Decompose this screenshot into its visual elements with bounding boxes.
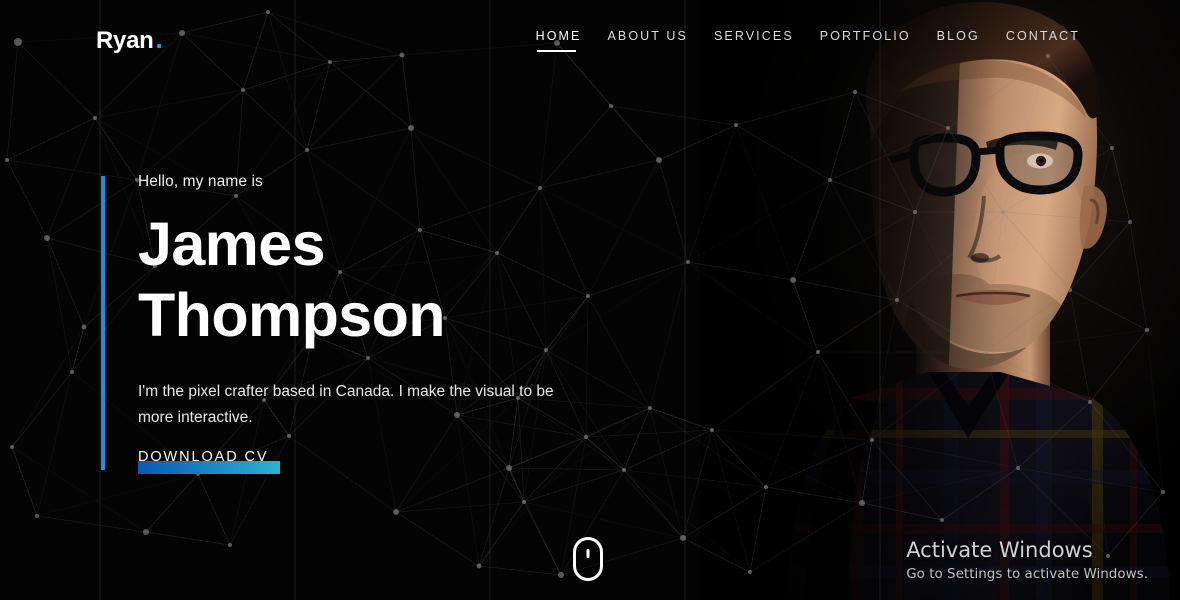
nav-link-services[interactable]: SERVICES	[714, 29, 794, 52]
nav-link-about-us[interactable]: ABOUT US	[607, 29, 687, 52]
hero-page: Ryan. HOME ABOUT US SERVICES PORTFOLIO BLOG C…	[0, 0, 1180, 600]
hero-description: I'm the pixel crafter based in Canada. I…	[138, 383, 554, 427]
nav-link-portfolio[interactable]: PORTFOLIO	[820, 29, 911, 52]
download-cv-button[interactable]: DOWNLOAD CV	[138, 446, 280, 474]
windows-activation-watermark: Activate Windows Go to Settings to activ…	[906, 538, 1148, 582]
nav-link-blog[interactable]: BLOG	[937, 29, 980, 52]
hero-content: Hello, my name is James Thompson I'm the…	[138, 173, 608, 431]
hero-name-line-2: Thompson	[138, 280, 446, 349]
brand-logo[interactable]: Ryan.	[96, 24, 163, 54]
hero-accent-bar	[101, 176, 105, 470]
brand-logo-dot: .	[155, 24, 163, 54]
watermark-title: Activate Windows	[906, 537, 1093, 562]
watermark-subtitle: Go to Settings to activate Windows.	[906, 566, 1148, 582]
brand-logo-text: Ryan	[96, 27, 154, 54]
site-header: Ryan. HOME ABOUT US SERVICES PORTFOLIO BLOG C…	[0, 0, 1180, 76]
hero-section: Hello, my name is James Thompson I'm the…	[0, 0, 700, 600]
hero-name-line-1: James	[138, 209, 326, 278]
hero-name: James Thompson	[138, 209, 608, 352]
hero-greeting: Hello, my name is	[138, 173, 263, 190]
nav-link-contact[interactable]: CONTACT	[1006, 29, 1080, 52]
mouse-scroll-icon[interactable]	[573, 537, 603, 581]
main-navigation: HOME ABOUT US SERVICES PORTFOLIO BLOG CONTACT	[536, 29, 1080, 52]
download-cv-label: DOWNLOAD CV	[138, 449, 269, 465]
scroll-wheel-dot	[586, 549, 590, 558]
nav-link-home[interactable]: HOME	[536, 29, 582, 52]
